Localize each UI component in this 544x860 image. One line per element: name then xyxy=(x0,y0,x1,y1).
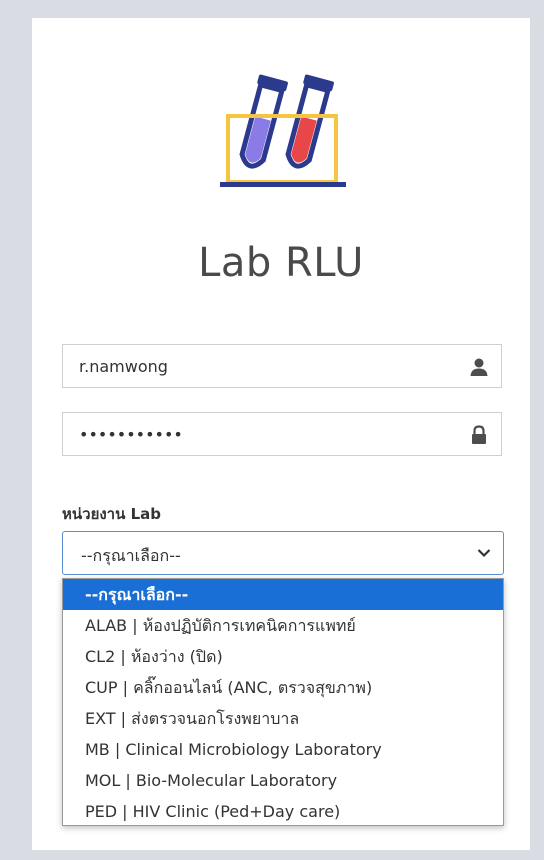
user-icon xyxy=(470,358,488,376)
password-field[interactable] xyxy=(62,412,502,456)
login-card: Lab RLU หน่วยงาน Lab --กรุณาเลือก-- --กร… xyxy=(32,18,530,850)
unit-select[interactable]: --กรุณาเลือก-- xyxy=(62,531,504,575)
dropdown-option[interactable]: CUP | คลิ๊กออนไลน์ (ANC, ตรวจสุขภาพ) xyxy=(63,672,503,703)
unit-select-value: --กรุณาเลือก-- xyxy=(81,546,181,565)
chevron-down-icon xyxy=(477,549,491,558)
dropdown-option[interactable]: CL2 | ห้องว่าง (ปิด) xyxy=(63,641,503,672)
lock-icon xyxy=(472,425,486,444)
unit-dropdown-list: --กรุณาเลือก-- ALAB | ห้องปฏิบัติการเทคน… xyxy=(62,578,504,826)
dropdown-option[interactable]: MOL | Bio-Molecular Laboratory xyxy=(63,765,503,796)
password-input[interactable] xyxy=(79,413,459,455)
unit-label: หน่วยงาน Lab xyxy=(62,505,161,523)
dropdown-option[interactable]: EXT | ส่งตรวจนอกโรงพยาบาล xyxy=(63,703,503,734)
dropdown-option[interactable]: ALAB | ห้องปฏิบัติการเทคนิคการแพทย์ xyxy=(63,610,503,641)
dropdown-option[interactable]: PED | HIV Clinic (Ped+Day care) xyxy=(63,796,503,827)
username-input[interactable] xyxy=(79,345,459,387)
username-field[interactable] xyxy=(62,344,502,388)
dropdown-option[interactable]: --กรุณาเลือก-- xyxy=(63,579,503,610)
dropdown-option[interactable]: MB | Clinical Microbiology Laboratory xyxy=(63,734,503,765)
test-tubes-logo xyxy=(220,74,346,187)
app-title: Lab RLU xyxy=(198,240,364,286)
